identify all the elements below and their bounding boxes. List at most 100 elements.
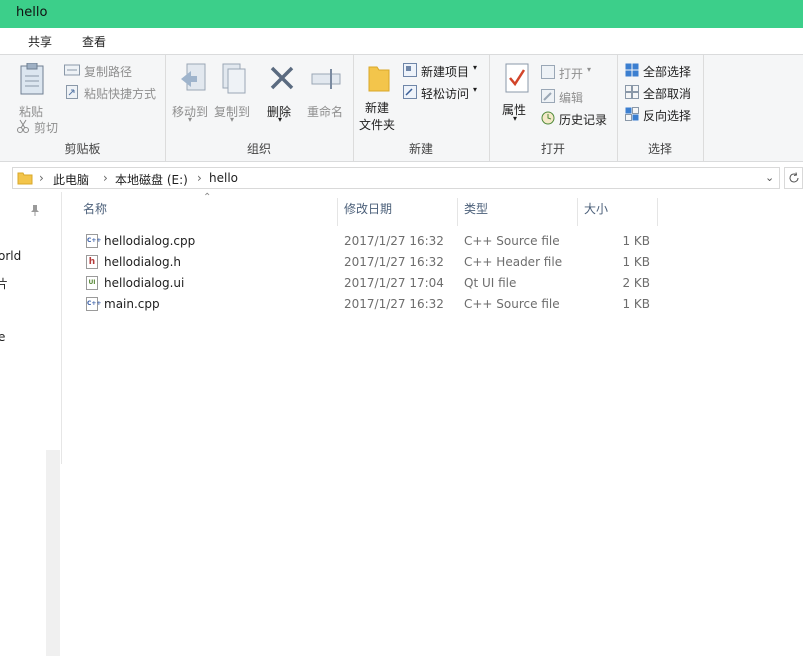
cpp-file-icon: C++ (86, 234, 101, 248)
cut-button[interactable]: 剪切 (34, 119, 58, 136)
file-size: 1 KB (622, 297, 650, 311)
copy-to-button[interactable]: 复制到 ▾ (211, 61, 253, 124)
delete-x-icon (270, 66, 294, 90)
new-item-dropdown-icon[interactable]: ▾ (473, 63, 477, 72)
tab-view[interactable]: 查看 (82, 33, 106, 50)
file-type: C++ Source file (464, 234, 560, 248)
new-folder-label-line1: 新建 (365, 101, 390, 115)
breadcrumb-separator-icon: › (39, 171, 44, 185)
delete-dropdown-icon: ▾ (278, 115, 283, 124)
title-bar: hello (0, 0, 803, 28)
select-group: 全部选择 全部取消 反向选择 选择 (617, 55, 704, 161)
clipboard-icon (20, 63, 44, 95)
nav-item[interactable]: e (0, 330, 5, 344)
new-group: 新建 文件夹 新建项目 ▾ 轻松访问 ▾ 新建 (353, 55, 490, 161)
ribbon: 粘贴 剪切 复制路径 粘贴快捷方式 剪贴板 移动到 ▾ 复制到 ▾ 删除 ▾ 重… (0, 54, 803, 162)
column-header-type[interactable]: 类型 (464, 200, 488, 224)
open-dropdown-icon[interactable]: ▾ (587, 65, 591, 74)
easy-access-button[interactable]: 轻松访问 (421, 85, 469, 102)
breadcrumb-separator-icon: › (197, 171, 202, 185)
invert-selection-icon (625, 107, 639, 121)
scissors-icon (17, 119, 29, 133)
column-header-date[interactable]: 修改日期 (344, 200, 392, 224)
column-divider[interactable] (457, 198, 458, 226)
file-size: 1 KB (622, 255, 650, 269)
navigation-pane: orld 片 e (0, 192, 62, 656)
rename-button[interactable]: 重命名 (303, 61, 347, 121)
open-icon (541, 65, 555, 79)
invert-selection-button[interactable]: 反向选择 (643, 107, 691, 124)
copy-path-button[interactable]: 复制路径 (84, 63, 132, 80)
ui-file-icon: UI (86, 276, 98, 290)
nav-item[interactable]: 片 (0, 275, 8, 292)
file-name: hellodialog.ui (104, 276, 185, 290)
open-button[interactable]: 打开 (559, 65, 583, 82)
properties-button[interactable]: 属性 ▾ (499, 61, 535, 127)
easy-access-dropdown-icon[interactable]: ▾ (473, 85, 477, 94)
folder-icon (368, 66, 390, 92)
sort-ascending-icon: ⌃ (203, 192, 212, 203)
copy-path-icon (64, 64, 80, 76)
select-all-icon (625, 63, 639, 77)
tab-share[interactable]: 共享 (28, 33, 52, 50)
paste-shortcut-button[interactable]: 粘贴快捷方式 (84, 85, 156, 102)
copy-to-dropdown-icon: ▾ (230, 115, 235, 124)
delete-button[interactable]: 删除 ▾ (261, 61, 301, 124)
pin-icon[interactable] (30, 204, 40, 216)
breadcrumb-hello[interactable]: hello (209, 171, 238, 185)
select-none-button[interactable]: 全部取消 (643, 85, 691, 102)
paste-button[interactable]: 粘贴 (12, 61, 50, 119)
column-divider[interactable] (577, 198, 578, 226)
refresh-button[interactable] (784, 167, 803, 189)
column-divider[interactable] (337, 198, 338, 226)
paste-label: 粘贴 (19, 105, 44, 119)
move-to-button[interactable]: 移动到 ▾ (171, 61, 211, 124)
organize-group-label: 组织 (246, 142, 271, 156)
table-row[interactable]: C++ main.cpp 2017/1/27 16:32 C++ Source … (80, 294, 660, 315)
move-to-icon (181, 63, 206, 91)
edit-button[interactable]: 编辑 (559, 89, 583, 106)
column-header-name[interactable]: 名称 (83, 200, 107, 224)
file-name: hellodialog.h (104, 255, 182, 269)
breadcrumb-this-pc[interactable]: 此电脑 (53, 171, 89, 188)
table-row[interactable]: UI hellodialog.ui 2017/1/27 17:04 Qt UI … (80, 273, 660, 294)
file-date: 2017/1/27 16:32 (344, 255, 444, 269)
copy-to-icon (222, 63, 246, 94)
file-date: 2017/1/27 16:32 (344, 234, 444, 248)
address-dropdown-icon[interactable]: ⌄ (765, 171, 774, 184)
select-none-icon (625, 85, 639, 99)
nav-item[interactable]: orld (0, 249, 21, 263)
address-bar[interactable]: › 此电脑 › 本地磁盘 (E:) › hello ⌄ (12, 167, 780, 189)
file-name: hellodialog.cpp (104, 234, 196, 248)
new-folder-label-line2: 文件夹 (359, 118, 396, 132)
new-folder-button[interactable]: 新建 文件夹 (357, 61, 401, 133)
breadcrumb-separator-icon: › (103, 171, 108, 185)
file-size: 2 KB (622, 276, 650, 290)
select-all-button[interactable]: 全部选择 (643, 63, 691, 80)
new-group-label: 新建 (408, 142, 433, 156)
file-name: main.cpp (104, 297, 160, 311)
history-icon (541, 111, 555, 125)
column-header-size[interactable]: 大小 (584, 200, 608, 224)
rename-label: 重命名 (307, 105, 344, 119)
edit-icon (541, 89, 555, 103)
folder-icon (17, 172, 33, 185)
open-group: 属性 ▾ 打开 ▾ 编辑 历史记录 打开 (489, 55, 618, 161)
table-row[interactable]: h hellodialog.h 2017/1/27 16:32 C++ Head… (80, 252, 660, 273)
nav-scrollbar[interactable] (46, 450, 60, 656)
file-date: 2017/1/27 16:32 (344, 297, 444, 311)
open-group-label: 打开 (540, 142, 565, 156)
window-title: hello (16, 5, 48, 20)
organize-group: 移动到 ▾ 复制到 ▾ 删除 ▾ 重命名 组织 (165, 55, 354, 161)
new-item-button[interactable]: 新建项目 (421, 63, 469, 80)
refresh-icon (789, 172, 799, 183)
breadcrumb-local-disk[interactable]: 本地磁盘 (E:) (115, 171, 188, 188)
properties-dropdown-icon: ▾ (513, 114, 518, 123)
history-button[interactable]: 历史记录 (559, 111, 607, 128)
move-to-dropdown-icon: ▾ (188, 115, 193, 124)
table-row[interactable]: C++ hellodialog.cpp 2017/1/27 16:32 C++ … (80, 231, 660, 252)
column-divider[interactable] (657, 198, 658, 226)
file-type: C++ Source file (464, 297, 560, 311)
select-group-label: 选择 (647, 142, 672, 156)
file-type: C++ Header file (464, 255, 563, 269)
